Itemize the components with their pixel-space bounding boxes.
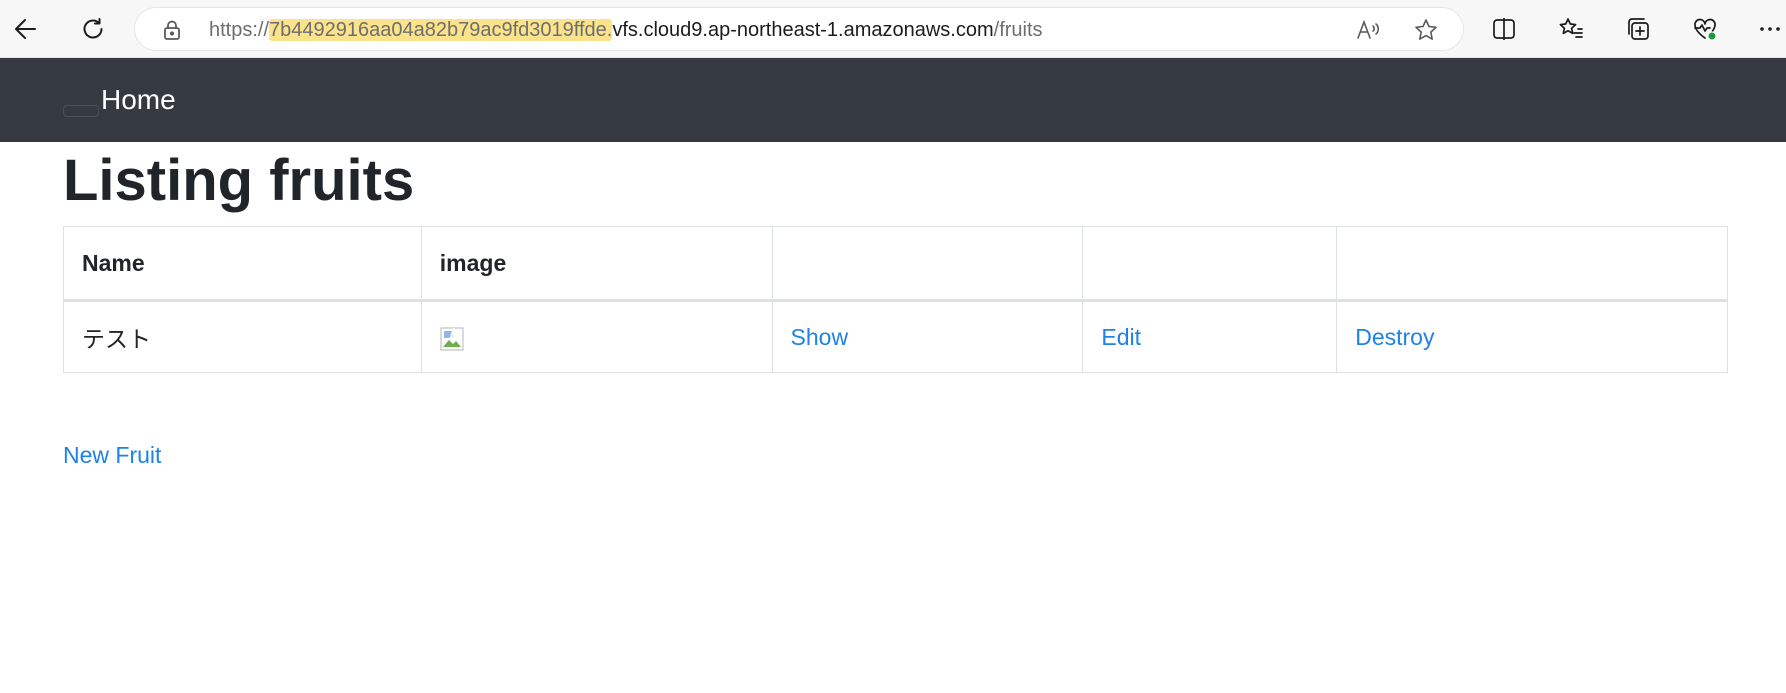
fruit-image-cell xyxy=(420,300,773,373)
refresh-icon xyxy=(83,18,103,39)
url-domain: vfs.cloud9.ap-northeast-1.amazonaws.com xyxy=(612,19,994,41)
column-header-show xyxy=(771,226,1084,302)
arrow-left-icon xyxy=(15,19,36,39)
table-header-row: Name image xyxy=(63,226,1728,302)
address-bar[interactable]: https://7b4492916aa04a82b79ac9fd3019ffde… xyxy=(134,7,1464,51)
url-scheme: https:// xyxy=(209,19,270,41)
column-header-destroy xyxy=(1336,226,1728,302)
column-header-image: image xyxy=(420,226,773,302)
lock-icon[interactable] xyxy=(161,19,183,41)
column-header-edit xyxy=(1082,226,1338,302)
show-cell: Show xyxy=(771,300,1084,373)
fruits-table: Name image テスト Show Edit Destroy xyxy=(63,226,1728,373)
destroy-link[interactable]: Destroy xyxy=(1355,324,1434,350)
favorite-star-icon[interactable] xyxy=(1413,17,1439,43)
url-path: /fruits xyxy=(993,19,1043,41)
nav-home-link[interactable]: Home xyxy=(101,83,176,117)
collections-icon xyxy=(1628,18,1649,40)
page-title: Listing fruits xyxy=(63,148,415,213)
show-link[interactable]: Show xyxy=(791,324,849,350)
favorites-button[interactable] xyxy=(1551,9,1591,49)
edit-link[interactable]: Edit xyxy=(1101,324,1141,350)
column-header-name: Name xyxy=(63,226,422,302)
heart-pulse-icon xyxy=(1694,18,1717,41)
new-fruit-link[interactable]: New Fruit xyxy=(63,440,161,470)
split-screen-icon xyxy=(1493,18,1515,40)
fruit-name-cell: テスト xyxy=(63,300,422,373)
url-highlight: 7b4492916aa04a82b79ac9fd3019ffde. xyxy=(269,19,613,41)
refresh-button[interactable] xyxy=(73,9,113,49)
favorites-list-icon xyxy=(1559,18,1583,38)
read-aloud-icon[interactable] xyxy=(1355,17,1381,43)
navbar: Home xyxy=(0,58,1786,142)
browser-toolbar: https://7b4492916aa04a82b79ac9fd3019ffde… xyxy=(0,0,1786,58)
collections-button[interactable] xyxy=(1618,9,1658,49)
destroy-cell: Destroy xyxy=(1336,300,1728,373)
navbar-toggler[interactable] xyxy=(63,105,99,117)
back-button[interactable] xyxy=(6,9,46,49)
settings-menu-button[interactable] xyxy=(1750,9,1786,49)
split-screen-button[interactable] xyxy=(1484,9,1524,49)
edit-cell: Edit xyxy=(1082,300,1338,373)
url-text[interactable]: https://7b4492916aa04a82b79ac9fd3019ffde… xyxy=(209,17,1043,43)
browser-essentials-button[interactable] xyxy=(1685,9,1725,49)
broken-image-icon xyxy=(440,327,464,351)
more-dots-icon xyxy=(1760,27,1780,31)
table-row: テスト Show Edit Destroy xyxy=(63,300,1728,373)
